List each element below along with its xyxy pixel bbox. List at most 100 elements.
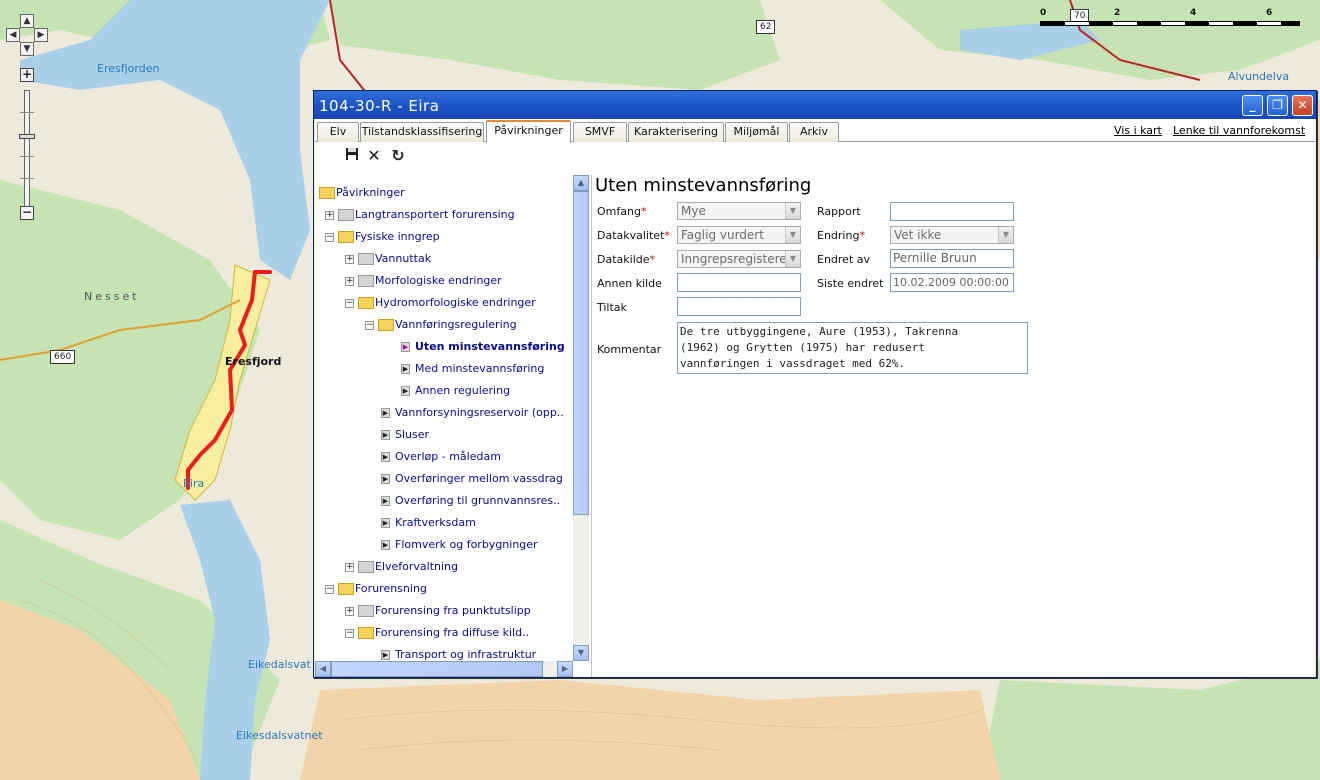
kommentar-textarea[interactable]: De tre utbyggingene, Aure (1953), Takren… xyxy=(677,322,1028,374)
scroll-left-icon[interactable]: ◀ xyxy=(315,661,331,677)
scale-bar-graphic xyxy=(1040,21,1300,26)
impact-tree: Påvirkninger + Langtransportert forurensi… xyxy=(315,175,589,677)
field-label: Annen kilde xyxy=(597,277,662,290)
tree-node[interactable]: − Forurensning xyxy=(325,579,427,599)
impact-form: Uten minstevannsføring Omfang* Mye ▼ Data… xyxy=(595,175,1311,675)
field-label: Kommentar xyxy=(597,343,662,356)
annen-kilde-input[interactable] xyxy=(677,273,801,292)
scroll-right-icon[interactable]: ▶ xyxy=(557,661,573,677)
tree-node[interactable]: ▶ Kraftverksdam xyxy=(381,513,476,533)
zoom-out-button[interactable]: − xyxy=(20,206,34,220)
leaf-icon: ▶ xyxy=(381,408,390,418)
pan-up-icon[interactable]: ▲ xyxy=(20,14,34,28)
endring-select[interactable]: Vet ikke ▼ xyxy=(890,226,1014,244)
tree-node[interactable]: Påvirkninger xyxy=(319,183,405,203)
tree-node[interactable]: − Hydromorfologiske endringer xyxy=(345,293,536,313)
pan-left-icon[interactable]: ◀ xyxy=(6,28,20,42)
field-label: Endret av xyxy=(817,253,871,266)
minimize-button[interactable]: _ xyxy=(1242,95,1263,116)
delete-icon[interactable]: ✕ xyxy=(365,147,383,165)
tab-karakterisering[interactable]: Karakterisering xyxy=(628,122,724,142)
expand-icon[interactable]: + xyxy=(345,606,354,616)
leaf-icon: ▶ xyxy=(401,386,410,396)
collapse-icon[interactable]: − xyxy=(345,298,354,308)
scroll-up-icon[interactable]: ▲ xyxy=(573,175,589,191)
panel-divider[interactable] xyxy=(591,175,592,677)
rapport-input[interactable] xyxy=(890,202,1014,221)
folder-open-icon xyxy=(378,319,394,331)
tab-pavirkninger[interactable]: Påvirkninger xyxy=(486,120,571,143)
tree-node[interactable]: + Morfologiske endringer xyxy=(345,271,502,291)
pan-down-icon[interactable]: ▼ xyxy=(20,42,34,56)
tree-horizontal-scrollbar[interactable]: ◀ ▶ xyxy=(315,661,573,677)
link-to-waterbody[interactable]: Lenke til vannforekomst xyxy=(1173,124,1305,137)
zoom-slider-thumb[interactable] xyxy=(19,134,35,139)
field-label: Datakvalitet* xyxy=(597,229,670,242)
show-in-map-link[interactable]: Vis i kart xyxy=(1114,124,1162,137)
field-label: Endring* xyxy=(817,229,865,242)
leaf-icon: ▶ xyxy=(381,474,390,484)
tab-elv[interactable]: Elv xyxy=(317,122,359,142)
field-label: Tiltak xyxy=(597,301,627,314)
tree-node[interactable]: + Elveforvaltning xyxy=(345,557,458,577)
refresh-icon[interactable]: ↻ xyxy=(389,147,407,165)
tab-arkiv[interactable]: Arkiv xyxy=(789,122,839,142)
zoom-slider-track[interactable] xyxy=(24,90,30,218)
omfang-select[interactable]: Mye ▼ xyxy=(677,202,801,220)
tree-node[interactable]: ▶ Overløp - måledam xyxy=(381,447,501,467)
zoom-tick xyxy=(20,178,34,179)
expand-icon[interactable]: + xyxy=(345,562,354,572)
dialog-titlebar[interactable]: 104-30-R - Eira _ ❐ ✕ xyxy=(314,91,1316,119)
tree-node[interactable]: − Forurensing fra diffuse kild.. xyxy=(345,623,529,643)
tab-smvf[interactable]: SMVF xyxy=(573,122,627,142)
tree-node[interactable]: − Vannføringsregulering xyxy=(365,315,517,335)
restore-button[interactable]: ❐ xyxy=(1267,95,1288,116)
tree-vertical-scrollbar[interactable]: ▲ ▼ xyxy=(573,175,589,661)
zoom-in-button[interactable]: + xyxy=(20,68,34,82)
map-label: Eresfjord xyxy=(225,355,282,368)
datakvalitet-select[interactable]: Faglig vurdert ▼ xyxy=(677,226,801,244)
folder-open-icon xyxy=(338,231,354,243)
collapse-icon[interactable]: − xyxy=(325,232,334,242)
datakilde-select[interactable]: Inngrepsregistere ▼ xyxy=(677,250,801,268)
field-label: Rapport xyxy=(817,205,861,218)
tree-node[interactable]: + Langtransportert forurensing xyxy=(325,205,515,225)
tree-node[interactable]: ▶ Sluser xyxy=(381,425,429,445)
tree-node[interactable]: ▶ Annen regulering xyxy=(401,381,510,401)
pan-right-icon[interactable]: ▶ xyxy=(34,28,48,42)
tab-tilstandsklassifisering[interactable]: Tilstandsklassifisering xyxy=(360,122,484,142)
road-shield: 660 xyxy=(50,350,76,364)
close-button[interactable]: ✕ xyxy=(1292,95,1313,116)
tree-node[interactable]: ▶ Overføringer mellom vassdrag xyxy=(381,469,563,489)
tree-node-selected[interactable]: ▶ Uten minstevannsføring xyxy=(401,337,565,357)
field-label: Siste endret xyxy=(817,277,884,290)
dialog-body: Elv Tilstandsklassifisering Påvirkninger… xyxy=(315,119,1315,677)
zoom-tick xyxy=(20,156,34,157)
tree-node[interactable]: + Vannuttak xyxy=(345,249,431,269)
expand-icon[interactable]: + xyxy=(345,276,354,286)
tree-node[interactable]: + Forurensing fra punktutslipp xyxy=(345,601,531,621)
tree-node[interactable]: − Fysiske inngrep xyxy=(325,227,440,247)
scale-tick-label: 2 xyxy=(1114,8,1121,18)
tiltak-input[interactable] xyxy=(677,297,801,316)
dialog-title: 104-30-R - Eira xyxy=(319,97,440,115)
expand-icon[interactable]: + xyxy=(325,210,334,220)
tree-node[interactable]: ▶ Vannforsyningsreservoir (opp.. xyxy=(381,403,564,423)
collapse-icon[interactable]: − xyxy=(345,628,354,638)
collapse-icon[interactable]: − xyxy=(325,584,334,594)
save-icon[interactable] xyxy=(343,147,361,165)
folder-icon xyxy=(358,605,374,617)
scrollbar-thumb[interactable] xyxy=(573,191,589,515)
leaf-icon: ▶ xyxy=(381,650,390,660)
tab-miljomal[interactable]: Miljømål xyxy=(725,122,788,142)
folder-icon xyxy=(358,561,374,573)
tree-node[interactable]: ▶ Flomverk og forbygninger xyxy=(381,535,538,555)
tree-node[interactable]: ▶ Med minstevannsføring xyxy=(401,359,544,379)
collapse-icon[interactable]: − xyxy=(365,320,374,330)
map-label: Eresfjorden xyxy=(97,62,160,75)
expand-icon[interactable]: + xyxy=(345,254,354,264)
field-label: Omfang* xyxy=(597,205,647,218)
scroll-down-icon[interactable]: ▼ xyxy=(573,645,589,661)
scrollbar-thumb[interactable] xyxy=(331,661,543,677)
tree-node[interactable]: ▶ Overføring til grunnvannsres.. xyxy=(381,491,560,511)
